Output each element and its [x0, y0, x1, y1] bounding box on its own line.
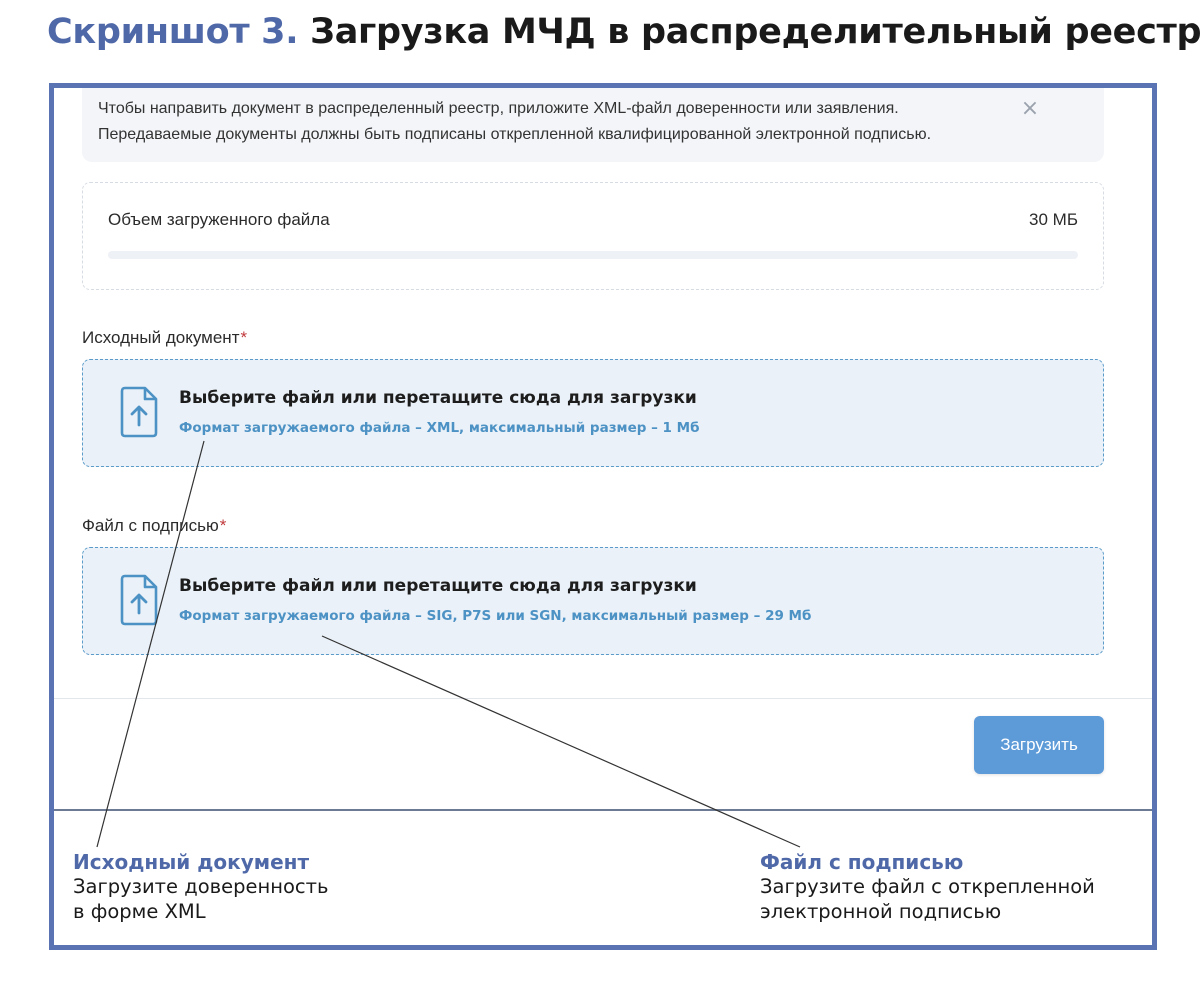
page-heading: Скриншот 3. Загрузка МЧД в распределител… — [47, 12, 1200, 52]
caption-signature-line-1: Загрузите файл с открепленной — [760, 875, 1095, 898]
close-icon[interactable]: × — [1020, 98, 1040, 120]
source-document-dropzone[interactable]: Выберите файл или перетащите сюда для за… — [82, 359, 1104, 467]
heading-lead: Скриншот 3. — [47, 12, 299, 52]
caption-source-title: Исходный документ — [73, 850, 310, 874]
signature-file-label-text: Файл с подписью — [82, 516, 219, 535]
source-document-label: Исходный документ* — [82, 328, 247, 348]
signature-dropzone-title: Выберите файл или перетащите сюда для за… — [179, 576, 697, 596]
signature-file-label: Файл с подписью* — [82, 516, 226, 536]
heading-title: Загрузка МЧД в распределительный реестр — [310, 12, 1200, 52]
screenshot-frame: Чтобы направить документ в распределенны… — [49, 83, 1157, 950]
source-dropzone-title: Выберите файл или перетащите сюда для за… — [179, 388, 697, 408]
info-text-line-1: Чтобы направить документ в распределенны… — [98, 100, 899, 117]
file-volume-progress — [108, 251, 1078, 259]
source-document-label-text: Исходный документ — [82, 328, 240, 347]
info-notice: Чтобы направить документ в распределенны… — [82, 88, 1104, 162]
file-upload-icon — [120, 386, 158, 438]
required-mark: * — [219, 516, 227, 535]
caption-signature-file: Файл с подписью Загрузите файл с открепл… — [760, 850, 1095, 924]
file-volume-value: 30 МБ — [1029, 210, 1078, 229]
caption-signature-line-2: электронной подписью — [760, 900, 1002, 923]
file-upload-icon — [120, 574, 158, 626]
signature-file-dropzone[interactable]: Выберите файл или перетащите сюда для за… — [82, 547, 1104, 655]
caption-source-document: Исходный документ Загрузите доверенность… — [73, 850, 329, 924]
file-volume-label: Объем загруженного файла — [108, 210, 330, 229]
caption-source-line-2: в форме XML — [73, 900, 206, 923]
upload-form: Чтобы направить документ в распределенны… — [54, 88, 1152, 810]
required-mark: * — [240, 328, 248, 347]
source-dropzone-hint: Формат загружаемого файла – XML, максима… — [179, 420, 700, 436]
info-text-line-2: Передаваемые документы должны быть подпи… — [98, 126, 932, 143]
caption-source-line-1: Загрузите доверенность — [73, 875, 329, 898]
upload-button[interactable]: Загрузить — [974, 716, 1104, 774]
caption-signature-title: Файл с подписью — [760, 850, 964, 874]
footer-divider — [54, 698, 1152, 699]
file-volume-panel: Объем загруженного файла 30 МБ — [82, 182, 1104, 290]
signature-dropzone-hint: Формат загружаемого файла – SIG, P7S или… — [179, 608, 812, 624]
caption-divider — [54, 809, 1152, 811]
